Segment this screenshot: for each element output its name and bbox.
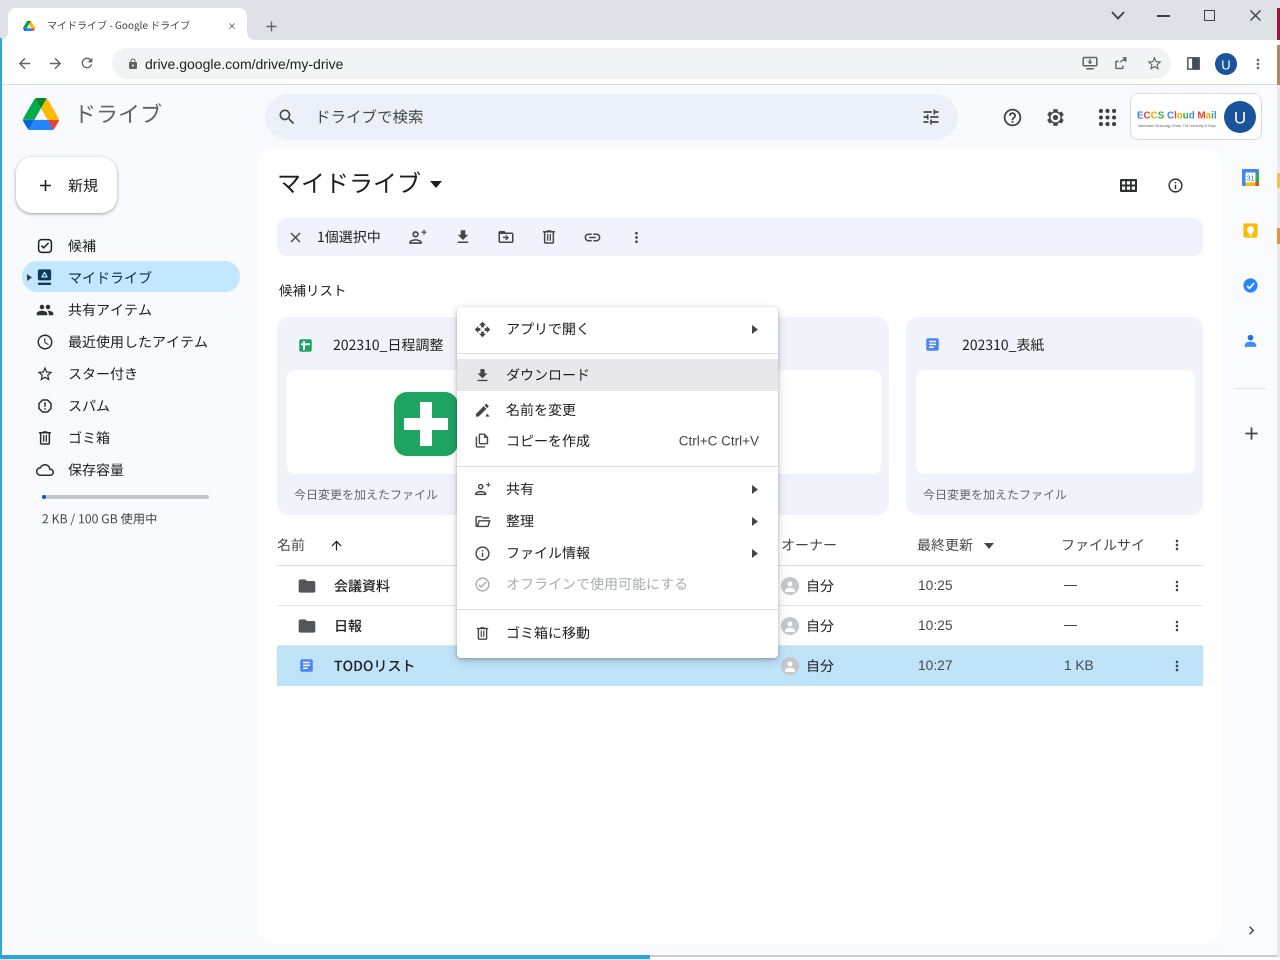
svg-text:Information Technology Center,: Information Technology Center, The Unive… — [1138, 124, 1216, 128]
svg-text:31: 31 — [1247, 175, 1255, 183]
svg-text:ECCS Cloud Mail: ECCS Cloud Mail — [1137, 111, 1217, 122]
